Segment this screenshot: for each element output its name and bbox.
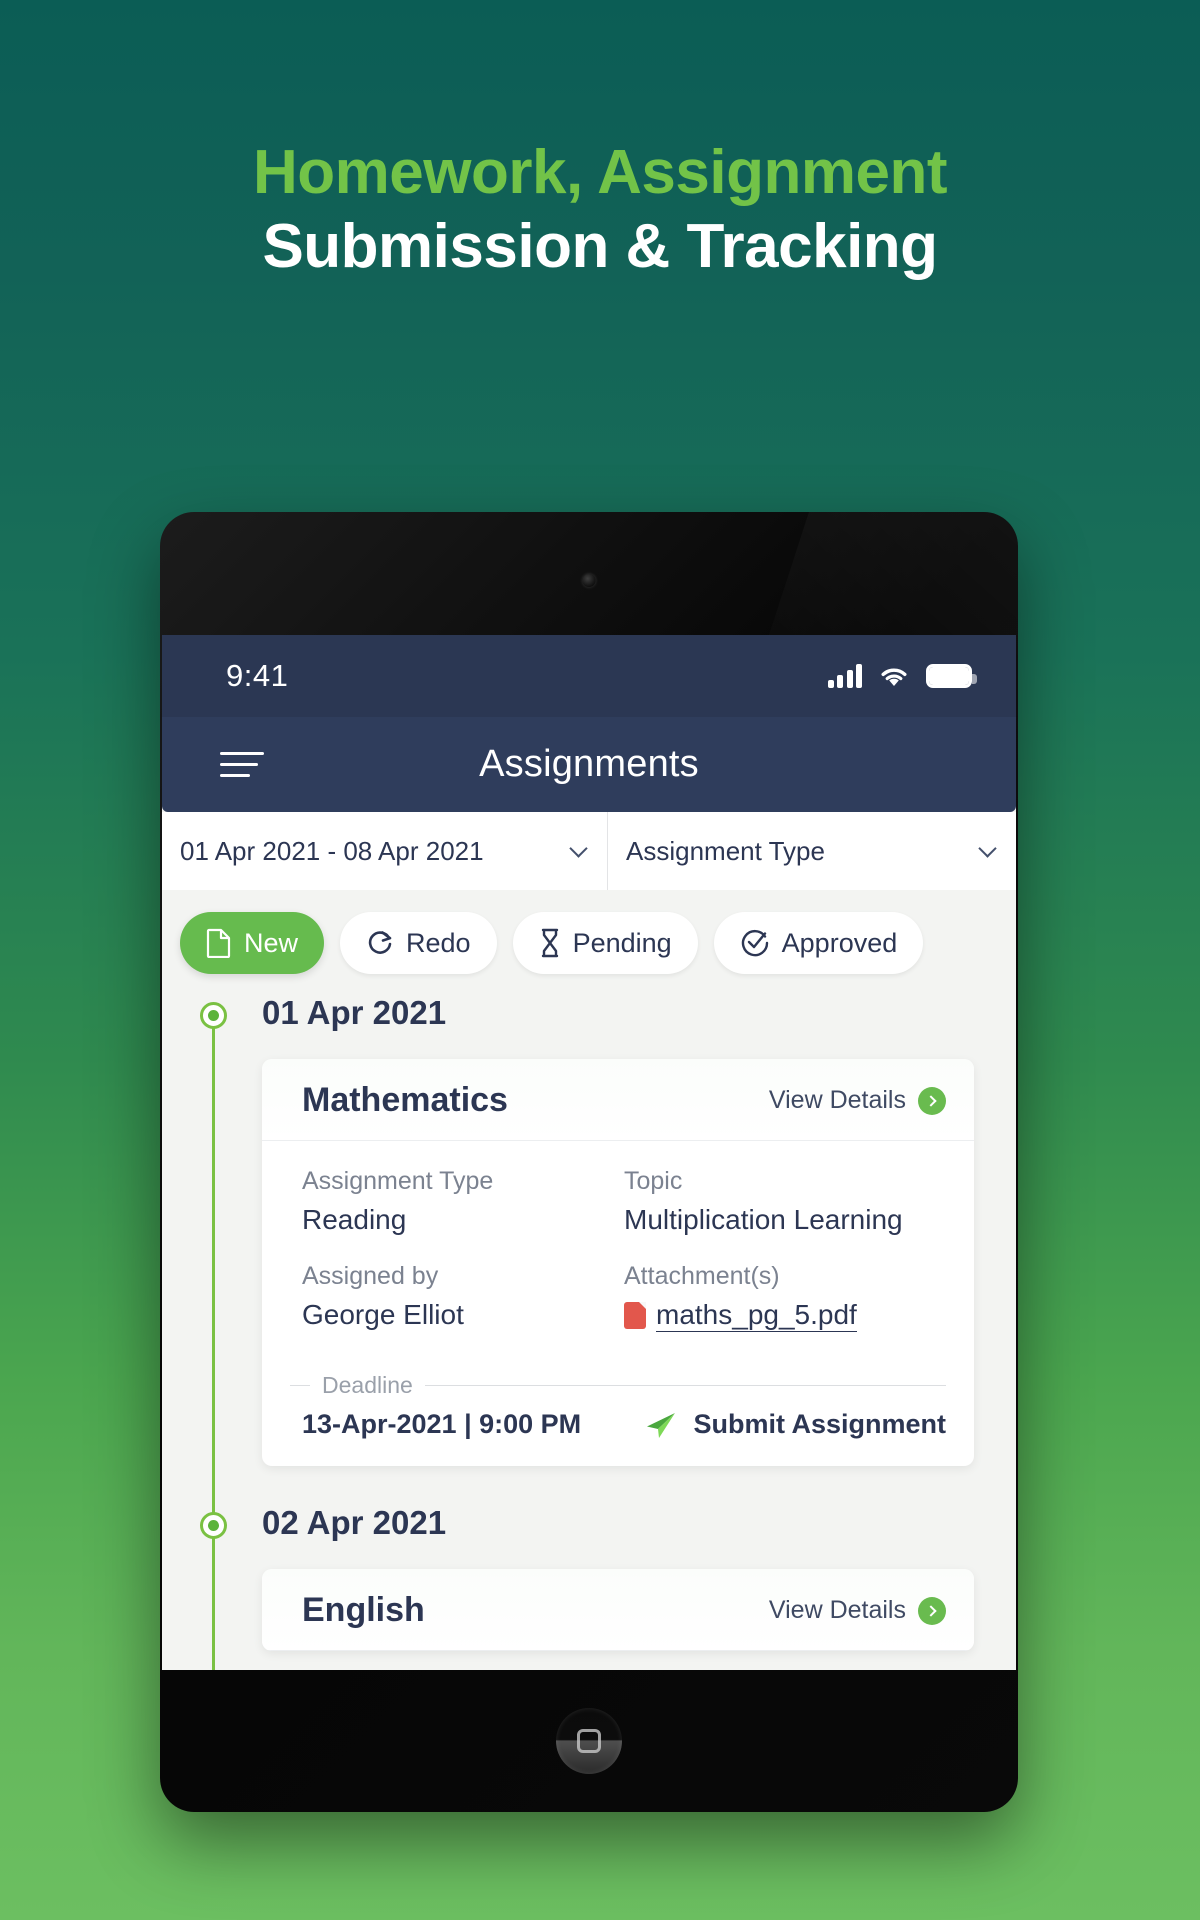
- timeline-group: 01 Apr 2021 Mathematics View Details Ass…: [162, 994, 1016, 1467]
- pdf-file-icon: [624, 1302, 646, 1330]
- battery-icon: [926, 664, 977, 688]
- view-details-button[interactable]: View Details: [769, 1596, 946, 1625]
- field-label: Topic: [624, 1167, 683, 1195]
- assignment-type-dropdown[interactable]: Assignment Type: [608, 812, 1016, 890]
- date-range-value: 01 Apr 2021 - 08 Apr 2021: [180, 835, 484, 866]
- date-range-dropdown[interactable]: 01 Apr 2021 - 08 Apr 2021: [162, 812, 608, 890]
- chip-redo[interactable]: Redo: [340, 912, 497, 974]
- card-row: Assignment Type Reading Topic Multiplica…: [302, 1167, 946, 1236]
- field-assigned-by: Assigned by George Elliot: [302, 1262, 624, 1332]
- chevron-down-icon: [978, 838, 997, 858]
- attachment-link[interactable]: maths_pg_5.pdf: [624, 1299, 946, 1333]
- headline-line-2: Submission & Tracking: [262, 211, 938, 281]
- field-assignment-type: Assignment Type Reading: [302, 1167, 624, 1236]
- home-button[interactable]: [556, 1708, 622, 1774]
- front-camera-icon: [582, 574, 596, 587]
- field-attachments: Attachment(s) maths_pg_5.pdf: [624, 1262, 946, 1333]
- timeline-dot-icon: [200, 1002, 227, 1029]
- card-row: Assigned by George Elliot Attachment(s) …: [302, 1262, 946, 1333]
- group-date: 02 Apr 2021: [262, 1504, 447, 1542]
- status-bar-clock: 9:41: [226, 658, 289, 693]
- chevron-right-icon: [918, 1596, 946, 1625]
- view-details-button[interactable]: View Details: [769, 1086, 946, 1115]
- assignment-card[interactable]: English View Details: [262, 1569, 974, 1652]
- view-details-label: View Details: [768, 1596, 906, 1625]
- card-subject: English: [302, 1591, 425, 1630]
- chip-new[interactable]: New: [180, 912, 325, 974]
- promo-headline: Homework, Assignment Submission & Tracki…: [0, 140, 1200, 279]
- chip-pending[interactable]: Pending: [512, 912, 698, 974]
- deadline-label: Deadline: [322, 1372, 413, 1399]
- group-date: 01 Apr 2021: [262, 994, 447, 1031]
- field-value: Reading: [302, 1204, 407, 1235]
- chip-label: Approved: [781, 927, 898, 958]
- deadline-divider: Deadline: [262, 1372, 974, 1399]
- chevron-right-icon: [918, 1086, 946, 1115]
- field-value: George Elliot: [302, 1299, 464, 1330]
- chip-label: Redo: [406, 927, 471, 958]
- assignment-card[interactable]: Mathematics View Details Assignment Type…: [262, 1059, 974, 1467]
- page-title: Assignments: [479, 743, 699, 785]
- deadline-value: 13-Apr-2021 | 9:00 PM: [302, 1409, 582, 1440]
- filter-bar: 01 Apr 2021 - 08 Apr 2021 Assignment Typ…: [162, 812, 1016, 890]
- chip-approved[interactable]: Approved: [713, 912, 924, 974]
- card-header: Mathematics View Details: [262, 1059, 974, 1141]
- attachment-filename: maths_pg_5.pdf: [656, 1299, 857, 1333]
- wifi-icon: [881, 668, 907, 686]
- signal-bars-icon: [827, 664, 862, 688]
- card-footer: 13-Apr-2021 | 9:00 PM Submit Assignment: [262, 1399, 974, 1466]
- status-bar: 9:41: [162, 635, 1016, 717]
- timeline-dot-icon: [200, 1512, 227, 1540]
- app-bar: Assignments: [162, 717, 1016, 812]
- send-plane-icon: [647, 1412, 676, 1438]
- card-subject: Mathematics: [302, 1081, 508, 1119]
- tablet-screen: 9:41 Assignments 01 Apr 2021 - 08 Apr 20…: [162, 635, 1016, 1670]
- field-label: Assignment Type: [302, 1167, 494, 1195]
- tablet-device-frame: 9:41 Assignments 01 Apr 2021 - 08 Apr 20…: [160, 512, 1018, 1812]
- status-bar-icons: [827, 664, 977, 688]
- redo-icon: [368, 931, 392, 954]
- field-label: Assigned by: [302, 1262, 439, 1290]
- field-topic: Topic Multiplication Learning: [624, 1167, 946, 1236]
- headline-line-1: Homework, Assignment: [253, 138, 947, 207]
- divider-left: [290, 1385, 310, 1387]
- submit-assignment-button[interactable]: Submit Assignment: [645, 1409, 946, 1440]
- status-filter-chips: New Redo Pending Approved: [162, 890, 1016, 996]
- assignment-timeline: 01 Apr 2021 Mathematics View Details Ass…: [162, 996, 1016, 1670]
- assignment-type-value: Assignment Type: [626, 835, 825, 866]
- check-circle-icon: [741, 929, 768, 957]
- hourglass-icon: [541, 928, 558, 958]
- card-header: English View Details: [262, 1569, 974, 1652]
- timeline-group: 02 Apr 2021 English View Details: [162, 1504, 1016, 1652]
- submit-label: Submit Assignment: [693, 1409, 946, 1440]
- field-value: Multiplication Learning: [624, 1204, 903, 1235]
- chevron-down-icon: [569, 838, 588, 858]
- divider-right: [424, 1385, 946, 1387]
- card-body: Assignment Type Reading Topic Multiplica…: [262, 1141, 974, 1368]
- field-label: Attachment(s): [624, 1262, 780, 1290]
- chip-label: New: [244, 927, 299, 958]
- chip-label: Pending: [572, 927, 672, 958]
- view-details-label: View Details: [768, 1086, 906, 1114]
- document-icon: [206, 928, 231, 958]
